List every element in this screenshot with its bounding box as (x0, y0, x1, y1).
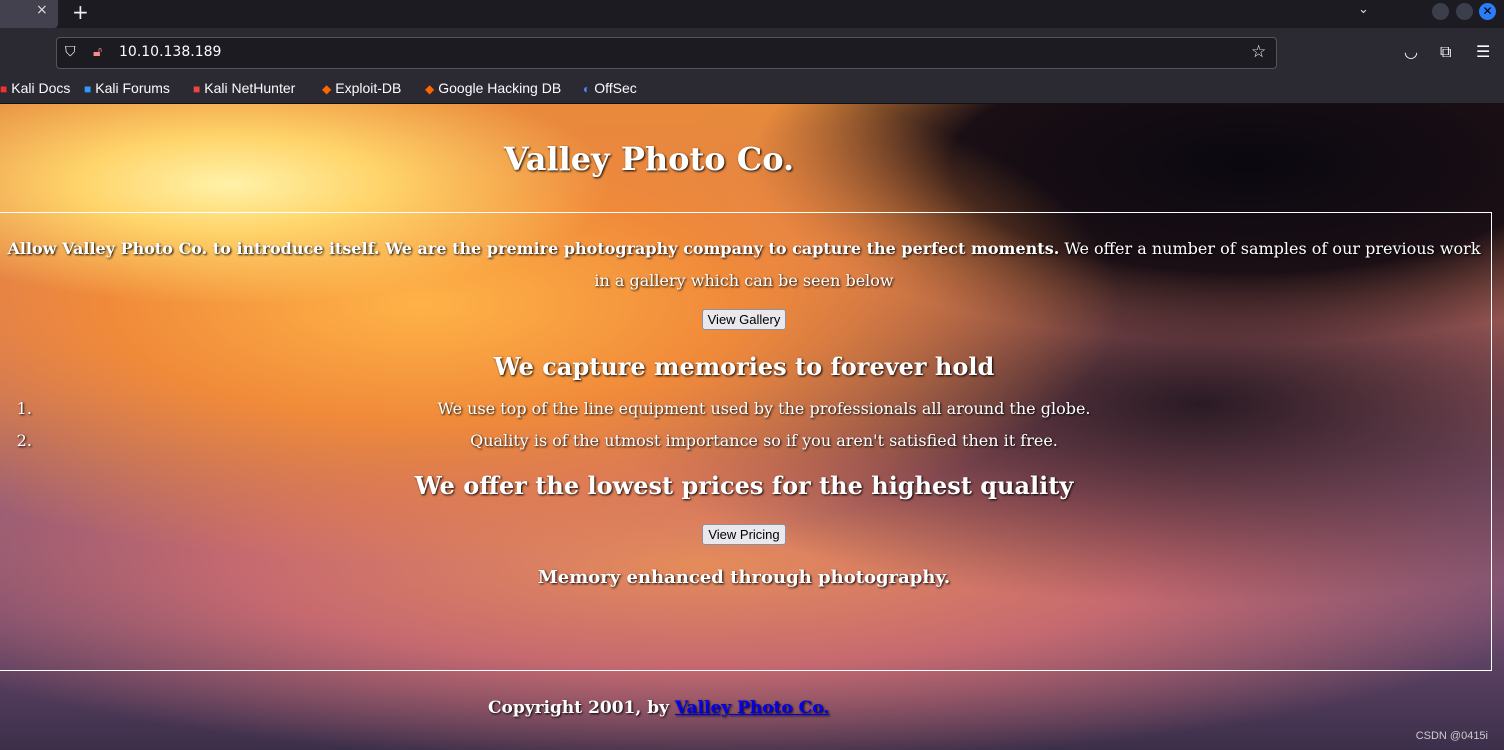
list-item: Quality is of the utmost importance so i… (37, 425, 1491, 457)
minimize-button[interactable] (1432, 3, 1449, 20)
bookmark-kali-forums[interactable]: ■ Kali Forums (84, 80, 170, 96)
url-input[interactable]: 10.10.138.189 (119, 44, 221, 60)
content-box: Allow Valley Photo Co. to introduce itse… (0, 212, 1492, 671)
close-tab-icon[interactable]: × (36, 2, 48, 18)
watermark: CSDN @0415i (1415, 730, 1488, 742)
bookmark-offsec[interactable]: ◐ OffSec (583, 80, 637, 96)
chevron-down-icon[interactable]: ⌄ (1358, 2, 1369, 17)
web-page: Valley Photo Co. Allow Valley Photo Co. … (0, 104, 1504, 750)
company-link[interactable]: Valley Photo Co. (675, 698, 829, 718)
maximize-button[interactable] (1456, 3, 1473, 20)
heading-prices: We offer the lowest prices for the highe… (414, 471, 1074, 500)
bookmarks-bar: ■ Kali Docs ■ Kali Forums ■ Kali NetHunter … (0, 76, 1504, 104)
bookmark-kali-docs[interactable]: ■ Kali Docs (0, 80, 70, 96)
active-tab[interactable]: × (0, 0, 58, 28)
bookmark-google-hacking-db[interactable]: ◆ Google Hacking DB (425, 80, 561, 96)
bookmark-exploit-db[interactable]: ◆ Exploit-DB (322, 80, 401, 96)
shield-icon[interactable]: ⛉ (65, 44, 76, 60)
menu-icon[interactable]: ☰ (1476, 42, 1490, 61)
tagline: Memory enhanced through photography. (537, 567, 951, 588)
features-list: We use top of the line equipment used by… (0, 393, 1491, 457)
intro-bold: Allow Valley Photo Co. to introduce itse… (7, 239, 1060, 258)
footer: Copyright 2001, by Valley Photo Co. (488, 698, 829, 718)
bookmark-kali-nethunter[interactable]: ■ Kali NetHunter (193, 80, 295, 96)
close-window-button[interactable]: ✕ (1479, 3, 1496, 20)
intro-text: Allow Valley Photo Co. to introduce itse… (0, 233, 1491, 297)
url-bar[interactable]: ⛉ 🔓︎ 10.10.138.189 ☆ (56, 37, 1277, 69)
list-item: We use top of the line equipment used by… (37, 393, 1491, 425)
heading-memories: We capture memories to forever hold (493, 352, 995, 381)
pocket-icon[interactable]: ◡ (1404, 42, 1418, 61)
new-tab-button[interactable]: + (72, 0, 89, 24)
nav-bar: ⛉ 🔓︎ 10.10.138.189 ☆ ◡ ⧉ ☰ (0, 28, 1504, 76)
star-icon[interactable]: ☆ (1251, 42, 1266, 62)
insecure-lock-icon[interactable]: 🔓︎ (93, 44, 102, 60)
copyright-text: Copyright 2001, by (488, 698, 675, 718)
view-gallery-button[interactable]: View Gallery (701, 309, 787, 330)
page-title: Valley Photo Co. (503, 140, 795, 178)
tab-bar: × + ⌄ ✕ (0, 0, 1504, 28)
view-pricing-button[interactable]: View Pricing (702, 524, 786, 545)
extensions-icon[interactable]: ⧉ (1440, 42, 1451, 62)
